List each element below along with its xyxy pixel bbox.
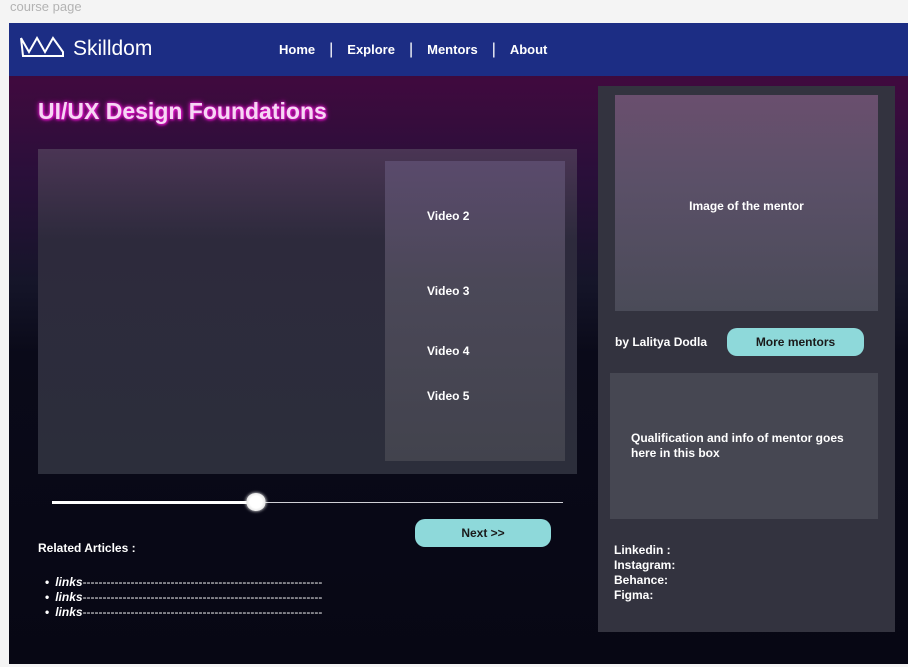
article-link[interactable]: links	[55, 590, 82, 604]
nav-separator: |	[329, 41, 334, 58]
list-item: • links----------------------------------…	[45, 605, 322, 620]
video-progress-handle[interactable]	[246, 493, 266, 511]
frame-label: course page	[10, 0, 82, 14]
brand-name[interactable]: Skilldom	[73, 37, 152, 61]
video-player[interactable]: Video 2 Video 3 Video 4 Video 5	[38, 149, 577, 474]
social-behance[interactable]: Behance:	[614, 573, 675, 588]
nav-explore[interactable]: Explore	[347, 41, 395, 58]
bullet-icon: •	[45, 605, 50, 619]
nav-about[interactable]: About	[510, 41, 548, 58]
crown-icon[interactable]	[19, 32, 67, 62]
bullet-icon: •	[45, 590, 50, 604]
video-progress-fill	[52, 501, 256, 504]
bullet-icon: •	[45, 575, 50, 589]
link-placeholder-dashes: ----------------------------------------…	[82, 575, 323, 589]
list-item: • links----------------------------------…	[45, 575, 322, 590]
playlist-item-video-4[interactable]: Video 4	[427, 344, 469, 359]
related-articles-list: • links----------------------------------…	[45, 575, 322, 620]
related-articles-heading: Related Articles :	[38, 541, 136, 555]
mentor-social-links: Linkedin : Instagram: Behance: Figma:	[614, 543, 675, 603]
social-instagram[interactable]: Instagram:	[614, 558, 675, 573]
nav-separator: |	[408, 41, 414, 58]
link-placeholder-dashes: ----------------------------------------…	[82, 605, 323, 619]
mentor-sidebar: Image of the mentor by Lalitya Dodla Mor…	[598, 86, 895, 632]
navbar: Skilldom Home | Explore | Mentors | Abou…	[9, 23, 908, 76]
mentor-byline: by Lalitya Dodla	[615, 335, 708, 349]
nav-separator: |	[491, 41, 496, 58]
playlist-item-video-2[interactable]: Video 2	[427, 209, 469, 224]
list-item: • links----------------------------------…	[45, 590, 322, 605]
mentor-info-text: Qualification and info of mentor goes he…	[631, 431, 844, 460]
playlist-item-video-5[interactable]: Video 5	[427, 389, 469, 404]
mentor-image-label: Image of the mentor	[689, 199, 804, 213]
social-figma[interactable]: Figma:	[614, 588, 675, 603]
article-link[interactable]: links	[55, 605, 82, 619]
course-title: UI/UX Design Foundations	[38, 98, 327, 124]
playlist-item-video-3[interactable]: Video 3	[427, 284, 469, 299]
more-mentors-button[interactable]: More mentors	[727, 328, 864, 356]
video-playlist: Video 2 Video 3 Video 4 Video 5	[385, 161, 565, 461]
nav-mentors[interactable]: Mentors	[427, 41, 478, 58]
main-nav: Home | Explore | Mentors | About	[279, 41, 547, 58]
social-linkedin[interactable]: Linkedin :	[614, 543, 675, 558]
article-link[interactable]: links	[55, 575, 82, 589]
nav-home[interactable]: Home	[279, 41, 315, 58]
course-page: Skilldom Home | Explore | Mentors | Abou…	[9, 23, 908, 664]
next-button[interactable]: Next >>	[415, 519, 551, 547]
mentor-info-box: Qualification and info of mentor goes he…	[610, 373, 878, 519]
link-placeholder-dashes: ----------------------------------------…	[82, 590, 323, 604]
mentor-image: Image of the mentor	[615, 95, 878, 311]
